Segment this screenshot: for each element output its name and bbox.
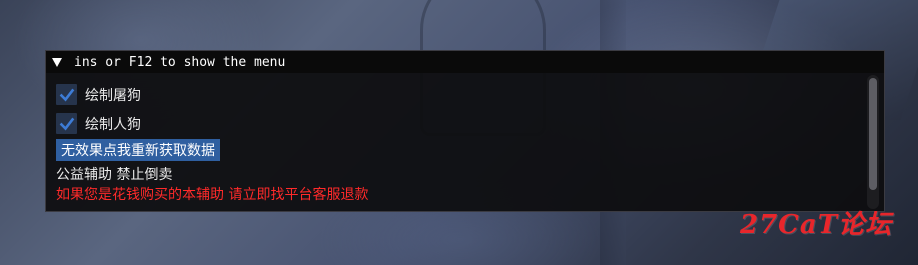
checkmark-icon (59, 117, 74, 130)
window-title: ins or F12 to show the menu (74, 54, 286, 70)
collapse-arrow-icon[interactable] (52, 58, 62, 67)
window-content: 绘制屠狗 绘制人狗 无效果点我重新获取数据 公益辅助 禁止倒卖 如果您是花钱购买… (46, 73, 884, 206)
scrollbar-thumb[interactable] (869, 78, 877, 190)
refresh-data-button[interactable]: 无效果点我重新获取数据 (56, 139, 220, 161)
cheat-menu-window[interactable]: ins or F12 to show the menu 绘制屠狗 绘制人狗 无效… (45, 50, 885, 212)
window-title-bar[interactable]: ins or F12 to show the menu (46, 51, 884, 73)
vertical-scrollbar[interactable] (867, 75, 879, 209)
checkbox-row-draw-ren-dog[interactable]: 绘制人狗 (56, 109, 884, 138)
draw-ren-dog-checkbox[interactable] (56, 113, 77, 134)
draw-ren-dog-label: 绘制人狗 (85, 116, 141, 133)
warning-text: 如果您是花钱购买的本辅助 请立即找平台客服退款 (56, 187, 369, 203)
forum-watermark: 27CaT论坛 (740, 210, 893, 240)
draw-tu-dog-label: 绘制屠狗 (85, 87, 141, 104)
notice-text: 公益辅助 禁止倒卖 (56, 167, 173, 183)
checkbox-row-draw-tu-dog[interactable]: 绘制屠狗 (56, 80, 884, 109)
checkmark-icon (59, 88, 74, 101)
draw-tu-dog-checkbox[interactable] (56, 84, 77, 105)
